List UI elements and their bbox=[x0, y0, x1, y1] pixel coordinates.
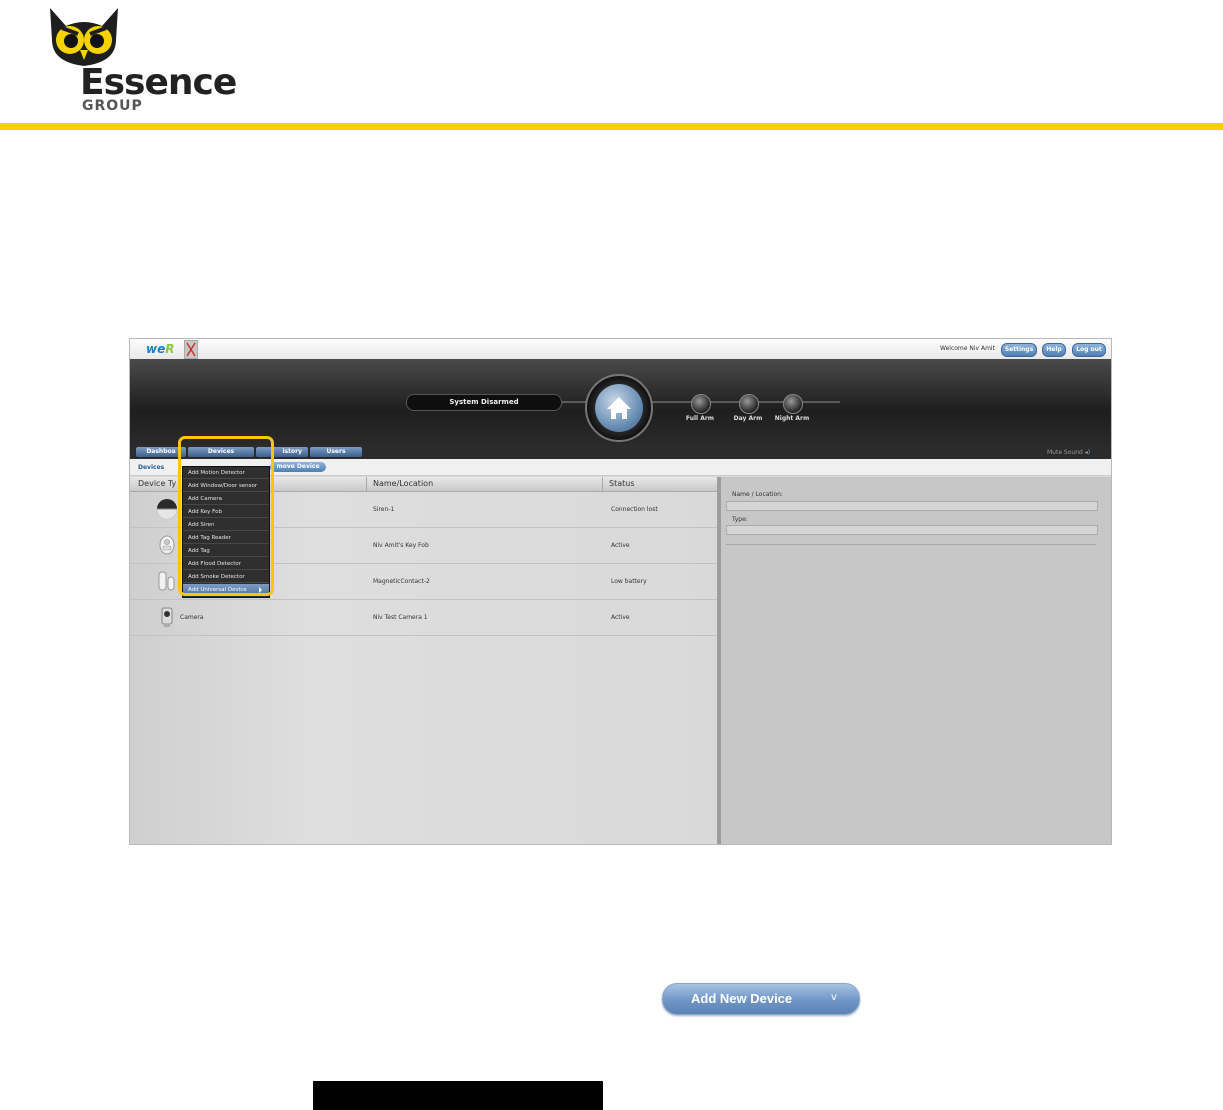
control-header: System Disarmed Full Arm Day Arm Night A… bbox=[130, 359, 1111, 445]
logo-group-text: GROUP bbox=[82, 98, 143, 114]
speaker-icon: ◂) bbox=[1084, 449, 1091, 456]
welcome-text: Welcome Niv Amit bbox=[940, 345, 995, 352]
device-status-cell: Connection lost bbox=[611, 506, 658, 513]
key-fob-icon bbox=[159, 535, 175, 555]
device-status-cell: Active bbox=[611, 542, 630, 549]
connection-status-icon bbox=[184, 340, 198, 359]
brand-logo: weR bbox=[146, 342, 175, 356]
device-name-cell: Niv Test Camera 1 bbox=[373, 614, 428, 621]
add-new-device-button[interactable]: Add New Device v bbox=[662, 983, 860, 1015]
device-type-cell: Camera bbox=[180, 614, 204, 621]
mute-sound-toggle[interactable]: Mute Sound ◂) bbox=[1047, 449, 1090, 456]
home-icon bbox=[595, 384, 643, 432]
device-name-cell: MagneticContact-2 bbox=[373, 578, 430, 585]
device-status-cell: Low battery bbox=[611, 578, 647, 585]
chevron-down-icon: v bbox=[831, 992, 837, 1003]
type-label: Type: bbox=[732, 516, 748, 523]
type-field[interactable] bbox=[726, 525, 1098, 535]
day-arm-label: Day Arm bbox=[733, 415, 763, 422]
device-name-cell: Niv Amit's Key Fob bbox=[373, 542, 429, 549]
breadcrumb-devices[interactable]: Devices bbox=[138, 464, 164, 471]
device-details-panel: Name / Location: Type: bbox=[721, 477, 1111, 844]
app-window: weR Welcome Niv Amit Settings Help Log o… bbox=[129, 338, 1112, 845]
sub-nav: Devices move Device bbox=[130, 459, 1111, 476]
remove-device-button[interactable]: move Device bbox=[270, 462, 326, 472]
siren-icon bbox=[157, 499, 177, 519]
column-divider bbox=[366, 477, 367, 491]
full-arm-label: Full Arm bbox=[685, 415, 715, 422]
column-divider bbox=[602, 477, 603, 491]
camera-icon bbox=[161, 607, 173, 627]
name-location-label: Name / Location: bbox=[732, 491, 783, 498]
column-status[interactable]: Status bbox=[609, 479, 635, 488]
dropdown-highlight-frame bbox=[178, 436, 274, 596]
logout-button[interactable]: Log out bbox=[1072, 343, 1106, 357]
header-divider bbox=[0, 123, 1223, 130]
top-bar: weR Welcome Niv Amit Settings Help Log o… bbox=[130, 339, 1111, 360]
redaction-bar bbox=[313, 1081, 603, 1110]
night-arm-label: Night Arm bbox=[774, 415, 810, 422]
tab-users[interactable]: Users bbox=[310, 447, 362, 457]
settings-button[interactable]: Settings bbox=[1001, 343, 1037, 357]
add-new-device-label: Add New Device bbox=[691, 991, 793, 1006]
main-nav: Dashboa Devices istory Users Mute Sound … bbox=[130, 445, 1111, 459]
column-name-location[interactable]: Name/Location bbox=[373, 479, 433, 488]
details-divider bbox=[726, 544, 1096, 545]
system-status-display: System Disarmed bbox=[406, 394, 562, 411]
logo-wordmark: Essence bbox=[80, 62, 237, 103]
device-name-cell: Siren-1 bbox=[373, 506, 395, 513]
name-location-field[interactable] bbox=[726, 501, 1098, 511]
disarm-home-button[interactable] bbox=[585, 374, 653, 442]
full-arm-button[interactable] bbox=[691, 394, 711, 414]
table-row[interactable]: Camera Niv Test Camera 1 Active bbox=[130, 600, 717, 636]
day-arm-button[interactable] bbox=[739, 394, 759, 414]
help-button[interactable]: Help bbox=[1042, 343, 1066, 357]
column-device-type[interactable]: Device Ty bbox=[138, 479, 176, 488]
magnetic-contact-icon bbox=[158, 571, 175, 591]
night-arm-button[interactable] bbox=[783, 394, 803, 414]
device-status-cell: Active bbox=[611, 614, 630, 621]
